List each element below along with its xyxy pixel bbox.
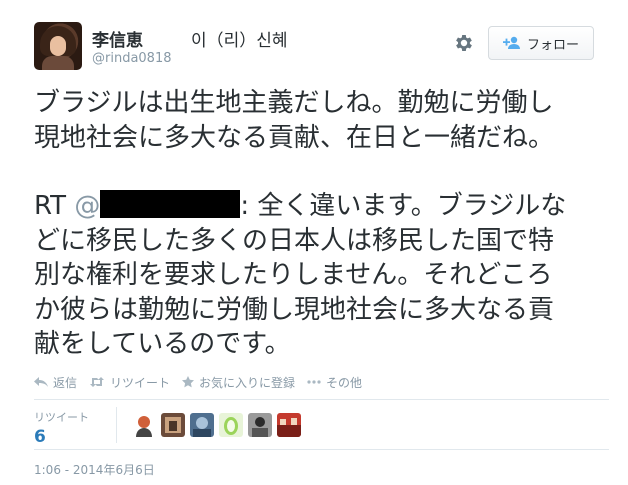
retweet-label: リツイート	[110, 375, 171, 390]
retweeter-avatar[interactable]	[248, 413, 272, 437]
tweet-line-rt: RT @ : 全く違います。ブラジルな	[34, 189, 609, 224]
tweet-line: 別な権利を要求したりしません。それどころ	[34, 260, 553, 290]
user-username[interactable]: @rinda0818	[92, 51, 172, 66]
retweet-icon	[89, 376, 105, 388]
divider	[34, 449, 609, 450]
retweeter-avatar[interactable]	[277, 413, 301, 437]
reply-button[interactable]: 返信	[34, 374, 77, 391]
rt-mention-link[interactable]: @	[74, 191, 100, 221]
retweet-button[interactable]: リツイート	[89, 374, 170, 391]
divider	[34, 399, 609, 400]
retweet-stats[interactable]: リツイート 6	[34, 409, 89, 447]
retweets-label: リツイート	[34, 411, 89, 424]
reply-icon	[34, 376, 48, 388]
rt-text: : 全く違います。ブラジルな	[240, 191, 567, 221]
more-label: その他	[326, 375, 363, 390]
tweet-line: どに移民した多くの日本人は移民した国で特	[34, 225, 555, 256]
rt-prefix: RT	[34, 191, 75, 221]
retweeter-avatar[interactable]	[132, 413, 156, 437]
follow-button[interactable]: フォロー	[488, 26, 594, 60]
retweeter-avatars	[132, 413, 301, 437]
reply-label: 返信	[53, 375, 78, 390]
more-icon	[307, 380, 321, 384]
divider	[116, 407, 117, 443]
add-user-icon	[502, 36, 521, 50]
retweeter-avatar[interactable]	[161, 413, 185, 437]
gear-icon[interactable]	[453, 32, 475, 54]
tweet-timestamp[interactable]: 1:06 - 2014年6月6日	[34, 461, 155, 478]
tweet-line: ブラジルは出生地主義だしね。勤勉に労働し	[34, 88, 554, 118]
user-korean-name: 이（리）신혜	[191, 31, 288, 51]
retweeter-avatar[interactable]	[219, 413, 243, 437]
tweet-text: ブラジルは出生地主義だしね。勤勉に労働し 現地社会に多大なる貢献、在日と一緒だね…	[34, 86, 609, 362]
retweeter-avatar[interactable]	[190, 413, 214, 437]
tweet-actions: 返信 リツイート お気に入りに登録 その他	[34, 373, 374, 391]
tweet-header: 李信恵 이（리）신혜 @rinda0818 フォロー	[34, 22, 614, 78]
tweet-line: 現地社会に多大なる貢献、在日と一緒だね。	[34, 122, 555, 153]
retweets-count: 6	[34, 427, 46, 447]
user-avatar[interactable]	[34, 22, 82, 70]
star-icon	[182, 376, 195, 388]
more-button[interactable]: その他	[307, 374, 362, 391]
favorite-label: お気に入りに登録	[199, 375, 296, 390]
tweet-line: 献をしているのです。	[34, 329, 291, 359]
follow-button-label: フォロー	[526, 37, 579, 53]
favorite-button[interactable]: お気に入りに登録	[182, 374, 295, 391]
user-fullname[interactable]: 李信恵	[92, 26, 143, 51]
tweet-line: か彼らは勤勉に労働し現地社会に多大なる貢	[34, 294, 555, 325]
redaction-box	[100, 190, 241, 218]
